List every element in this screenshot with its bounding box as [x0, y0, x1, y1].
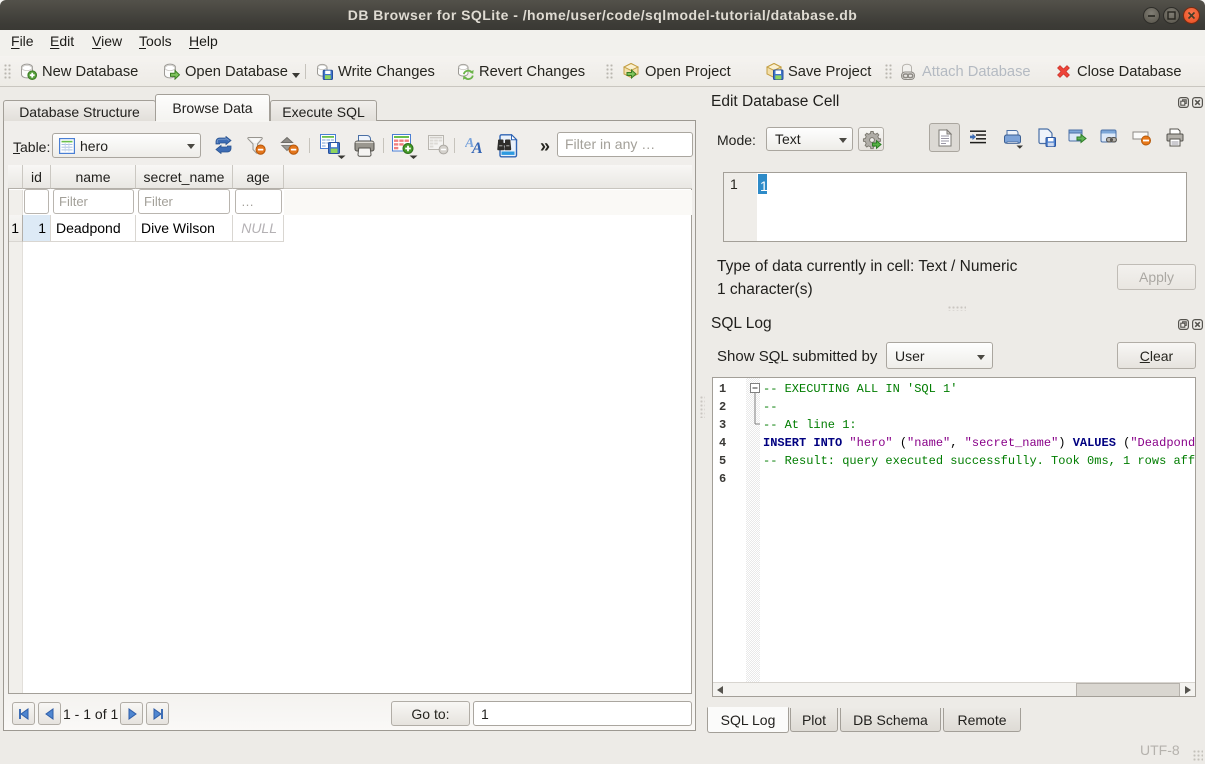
svg-text:A: A: [471, 140, 483, 154]
